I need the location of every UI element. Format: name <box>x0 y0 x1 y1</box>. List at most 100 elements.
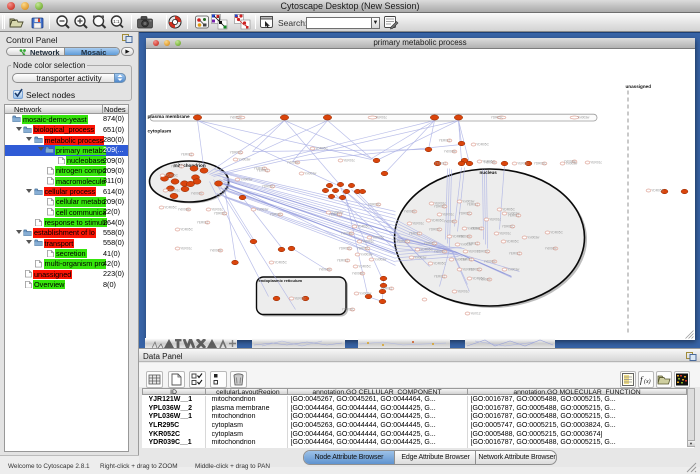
svg-text:Yxl003w: Yxl003w <box>433 249 446 253</box>
svg-text:YDR05C: YDR05C <box>476 249 489 253</box>
svg-text:YER01c: YER01c <box>328 212 340 216</box>
svg-text:Yxl003w: Yxl003w <box>286 160 299 164</box>
svg-text:YDR05C: YDR05C <box>476 142 489 146</box>
svg-text:YDR05C: YDR05C <box>431 218 444 222</box>
svg-text:Yxl003w: Yxl003w <box>304 171 317 175</box>
svg-text:plasma membrane: plasma membrane <box>147 114 189 120</box>
svg-text:YDR05C: YDR05C <box>433 261 446 265</box>
svg-text:Yxl003w: Yxl003w <box>414 255 427 259</box>
svg-text:YDR05C: YDR05C <box>358 264 371 268</box>
svg-text:Yxl003w: Yxl003w <box>458 234 471 238</box>
svg-text:YER01c: YER01c <box>442 212 454 216</box>
svg-text:YER01c: YER01c <box>466 202 478 206</box>
svg-text:YER01c: YER01c <box>256 168 268 172</box>
svg-text:YER01c: YER01c <box>168 188 180 192</box>
svg-text:Yxl003w: Yxl003w <box>238 157 251 161</box>
svg-text:Yxl003w: Yxl003w <box>374 257 387 261</box>
svg-text:Yxl003w: Yxl003w <box>507 267 520 271</box>
svg-text:YDR05C: YDR05C <box>490 115 503 119</box>
svg-text:Yxl003w: Yxl003w <box>351 271 364 275</box>
svg-text:YER01c: YER01c <box>590 160 602 164</box>
svg-text:YDR05C: YDR05C <box>269 212 282 216</box>
svg-text:Yxl003w: Yxl003w <box>318 267 331 271</box>
svg-text:YER01c: YER01c <box>438 138 450 142</box>
svg-text:YER01c: YER01c <box>375 115 387 119</box>
svg-text:Yxl003w: Yxl003w <box>177 207 190 211</box>
svg-text:YER01c: YER01c <box>180 152 192 156</box>
svg-text:Yxl003w: Yxl003w <box>483 160 496 164</box>
svg-text:YER01c: YER01c <box>434 161 446 165</box>
svg-text:YDR05C: YDR05C <box>396 239 409 243</box>
svg-text:unassigned: unassigned <box>625 84 651 89</box>
svg-text:1:1: 1:1 <box>113 19 120 24</box>
svg-text:Yxl003w: Yxl003w <box>209 248 222 252</box>
svg-text:YDR05C: YDR05C <box>651 188 664 192</box>
svg-text:YDR05C: YDR05C <box>213 211 226 215</box>
svg-text:Yxl003w: Yxl003w <box>478 277 491 281</box>
svg-text:Yxl003w: Yxl003w <box>443 219 456 223</box>
svg-text:YDR05C: YDR05C <box>180 227 193 231</box>
svg-text:YDR05C: YDR05C <box>357 224 370 228</box>
svg-text:YDR05C: YDR05C <box>533 161 546 165</box>
svg-text:YER01c: YER01c <box>170 164 182 168</box>
svg-text:Yxl003w: Yxl003w <box>577 115 590 119</box>
svg-text:Yxl003w: Yxl003w <box>403 209 416 213</box>
svg-text:Yxl003w: Yxl003w <box>565 161 578 165</box>
svg-text:YER01c: YER01c <box>343 158 355 162</box>
svg-text:Yxl003w: Yxl003w <box>256 207 269 211</box>
svg-text:endoplasmic reticulum: endoplasmic reticulum <box>258 278 302 283</box>
svg-text:YDR05C: YDR05C <box>468 267 481 271</box>
svg-text:YDR05C: YDR05C <box>274 260 287 264</box>
svg-text:YER01c: YER01c <box>294 296 306 300</box>
svg-text:Yxl003w: Yxl003w <box>340 231 353 235</box>
svg-text:YER01c: YER01c <box>507 213 519 217</box>
svg-text:YER01c: YER01c <box>457 289 469 293</box>
svg-text:YER01c: YER01c <box>433 274 445 278</box>
svg-text:Yer012: Yer012 <box>470 311 480 315</box>
svg-text:Yxl003w: Yxl003w <box>190 191 203 195</box>
svg-text:YDR05C: YDR05C <box>428 227 441 231</box>
svg-text:YER01c: YER01c <box>408 231 420 235</box>
svg-text:(x): (x) <box>644 378 651 385</box>
svg-text:YDR05C: YDR05C <box>165 173 178 177</box>
svg-text:YER01c: YER01c <box>466 241 478 245</box>
svg-text:YER01c: YER01c <box>362 239 374 243</box>
svg-text:YER01c: YER01c <box>196 220 208 224</box>
svg-text:nucleus: nucleus <box>479 170 497 175</box>
svg-text:YDR05C: YDR05C <box>506 239 519 243</box>
svg-text:YDR05C: YDR05C <box>229 150 242 154</box>
svg-text:YDR05C: YDR05C <box>550 230 563 234</box>
svg-text:YDR05C: YDR05C <box>341 307 354 311</box>
svg-text:YER01c: YER01c <box>460 257 472 261</box>
svg-text:YDR05C: YDR05C <box>433 204 446 208</box>
svg-text:YER01c: YER01c <box>499 231 511 235</box>
svg-text:YDR05C: YDR05C <box>420 247 433 251</box>
svg-text:YER01c: YER01c <box>380 286 392 290</box>
svg-text:Yxl003w: Yxl003w <box>360 252 373 256</box>
svg-text:Yxl003w: Yxl003w <box>443 149 456 153</box>
svg-text:Yxl003w: Yxl003w <box>544 246 557 250</box>
svg-text:Yxl003w: Yxl003w <box>229 115 242 119</box>
svg-text:YER01c: YER01c <box>489 217 501 221</box>
svg-text:Yxl003w: Yxl003w <box>483 259 496 263</box>
svg-text:YDR05C: YDR05C <box>315 146 328 150</box>
svg-text:Yxl003w: Yxl003w <box>240 177 253 181</box>
svg-text:YDR05C: YDR05C <box>501 224 514 228</box>
svg-text:YER01c: YER01c <box>372 235 384 239</box>
svg-text:YER01c: YER01c <box>470 226 482 230</box>
svg-text:YDR05C: YDR05C <box>261 184 274 188</box>
svg-text:YER01c: YER01c <box>517 161 529 165</box>
svg-text:YDR05C: YDR05C <box>164 205 177 209</box>
svg-text:YDR05C: YDR05C <box>356 246 369 250</box>
svg-text:YDR05C: YDR05C <box>458 211 471 215</box>
svg-text:Yxl003w: Yxl003w <box>527 235 540 239</box>
svg-text:YER01c: YER01c <box>180 246 192 250</box>
svg-text:YDR05C: YDR05C <box>367 202 380 206</box>
svg-text:YER01c: YER01c <box>508 251 520 255</box>
svg-text:cytoplasm: cytoplasm <box>147 128 171 134</box>
svg-text:YDR05C: YDR05C <box>423 241 436 245</box>
svg-text:Yxl003w: Yxl003w <box>359 291 372 295</box>
svg-text:YDR05C: YDR05C <box>338 246 351 250</box>
svg-text:YER01c: YER01c <box>412 221 424 225</box>
svg-text:YER01c: YER01c <box>336 258 348 262</box>
